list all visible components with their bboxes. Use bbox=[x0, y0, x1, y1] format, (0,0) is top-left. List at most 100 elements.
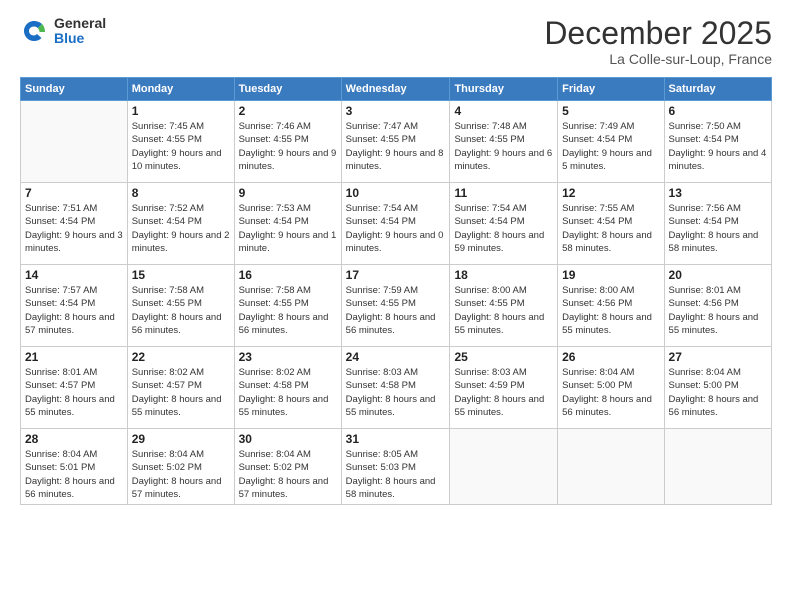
day-info: Sunrise: 7:46 AMSunset: 4:55 PMDaylight:… bbox=[239, 120, 337, 173]
calendar-week-row: 14 Sunrise: 7:57 AMSunset: 4:54 PMDaylig… bbox=[21, 265, 772, 347]
day-number: 22 bbox=[132, 350, 230, 364]
calendar-week-row: 28 Sunrise: 8:04 AMSunset: 5:01 PMDaylig… bbox=[21, 429, 772, 505]
title-area: December 2025 La Colle-sur-Loup, France bbox=[544, 16, 772, 67]
header-saturday: Saturday bbox=[664, 78, 771, 101]
day-number: 3 bbox=[346, 104, 446, 118]
calendar-cell: 20 Sunrise: 8:01 AMSunset: 4:56 PMDaylig… bbox=[664, 265, 771, 347]
day-number: 25 bbox=[454, 350, 553, 364]
calendar-cell: 30 Sunrise: 8:04 AMSunset: 5:02 PMDaylig… bbox=[234, 429, 341, 505]
logo-blue-text: Blue bbox=[54, 31, 106, 46]
calendar-cell: 27 Sunrise: 8:04 AMSunset: 5:00 PMDaylig… bbox=[664, 347, 771, 429]
day-number: 29 bbox=[132, 432, 230, 446]
day-number: 11 bbox=[454, 186, 553, 200]
calendar-cell: 23 Sunrise: 8:02 AMSunset: 4:58 PMDaylig… bbox=[234, 347, 341, 429]
header-monday: Monday bbox=[127, 78, 234, 101]
calendar-week-row: 7 Sunrise: 7:51 AMSunset: 4:54 PMDayligh… bbox=[21, 183, 772, 265]
day-number: 13 bbox=[669, 186, 767, 200]
day-info: Sunrise: 7:50 AMSunset: 4:54 PMDaylight:… bbox=[669, 120, 767, 173]
calendar-cell bbox=[664, 429, 771, 505]
day-number: 10 bbox=[346, 186, 446, 200]
day-number: 23 bbox=[239, 350, 337, 364]
day-number: 15 bbox=[132, 268, 230, 282]
day-info: Sunrise: 8:01 AMSunset: 4:57 PMDaylight:… bbox=[25, 366, 123, 419]
month-title: December 2025 bbox=[544, 16, 772, 51]
calendar-cell: 3 Sunrise: 7:47 AMSunset: 4:55 PMDayligh… bbox=[341, 101, 450, 183]
day-info: Sunrise: 7:58 AMSunset: 4:55 PMDaylight:… bbox=[239, 284, 337, 337]
day-number: 7 bbox=[25, 186, 123, 200]
day-number: 27 bbox=[669, 350, 767, 364]
calendar-cell: 9 Sunrise: 7:53 AMSunset: 4:54 PMDayligh… bbox=[234, 183, 341, 265]
logo: General Blue bbox=[20, 16, 106, 47]
day-number: 2 bbox=[239, 104, 337, 118]
day-info: Sunrise: 8:03 AMSunset: 4:58 PMDaylight:… bbox=[346, 366, 446, 419]
calendar-cell: 2 Sunrise: 7:46 AMSunset: 4:55 PMDayligh… bbox=[234, 101, 341, 183]
logo-text: General Blue bbox=[54, 16, 106, 47]
calendar-cell: 19 Sunrise: 8:00 AMSunset: 4:56 PMDaylig… bbox=[558, 265, 664, 347]
calendar-cell: 22 Sunrise: 8:02 AMSunset: 4:57 PMDaylig… bbox=[127, 347, 234, 429]
page-header: General Blue December 2025 La Colle-sur-… bbox=[20, 16, 772, 67]
day-info: Sunrise: 7:53 AMSunset: 4:54 PMDaylight:… bbox=[239, 202, 337, 255]
calendar-cell: 31 Sunrise: 8:05 AMSunset: 5:03 PMDaylig… bbox=[341, 429, 450, 505]
day-info: Sunrise: 8:04 AMSunset: 5:02 PMDaylight:… bbox=[239, 448, 337, 501]
calendar-cell: 15 Sunrise: 7:58 AMSunset: 4:55 PMDaylig… bbox=[127, 265, 234, 347]
calendar-cell: 14 Sunrise: 7:57 AMSunset: 4:54 PMDaylig… bbox=[21, 265, 128, 347]
calendar-cell: 12 Sunrise: 7:55 AMSunset: 4:54 PMDaylig… bbox=[558, 183, 664, 265]
day-number: 16 bbox=[239, 268, 337, 282]
day-info: Sunrise: 7:58 AMSunset: 4:55 PMDaylight:… bbox=[132, 284, 230, 337]
day-number: 14 bbox=[25, 268, 123, 282]
calendar-cell: 7 Sunrise: 7:51 AMSunset: 4:54 PMDayligh… bbox=[21, 183, 128, 265]
calendar-cell: 21 Sunrise: 8:01 AMSunset: 4:57 PMDaylig… bbox=[21, 347, 128, 429]
day-number: 28 bbox=[25, 432, 123, 446]
calendar-cell: 17 Sunrise: 7:59 AMSunset: 4:55 PMDaylig… bbox=[341, 265, 450, 347]
calendar-cell: 26 Sunrise: 8:04 AMSunset: 5:00 PMDaylig… bbox=[558, 347, 664, 429]
day-info: Sunrise: 8:00 AMSunset: 4:56 PMDaylight:… bbox=[562, 284, 659, 337]
day-info: Sunrise: 8:02 AMSunset: 4:57 PMDaylight:… bbox=[132, 366, 230, 419]
calendar-cell: 10 Sunrise: 7:54 AMSunset: 4:54 PMDaylig… bbox=[341, 183, 450, 265]
calendar-cell bbox=[450, 429, 558, 505]
calendar-cell: 11 Sunrise: 7:54 AMSunset: 4:54 PMDaylig… bbox=[450, 183, 558, 265]
header-sunday: Sunday bbox=[21, 78, 128, 101]
day-info: Sunrise: 8:04 AMSunset: 5:02 PMDaylight:… bbox=[132, 448, 230, 501]
day-number: 30 bbox=[239, 432, 337, 446]
day-number: 1 bbox=[132, 104, 230, 118]
calendar-cell bbox=[21, 101, 128, 183]
day-info: Sunrise: 7:55 AMSunset: 4:54 PMDaylight:… bbox=[562, 202, 659, 255]
calendar-week-row: 1 Sunrise: 7:45 AMSunset: 4:55 PMDayligh… bbox=[21, 101, 772, 183]
calendar-cell: 6 Sunrise: 7:50 AMSunset: 4:54 PMDayligh… bbox=[664, 101, 771, 183]
day-info: Sunrise: 8:03 AMSunset: 4:59 PMDaylight:… bbox=[454, 366, 553, 419]
day-number: 4 bbox=[454, 104, 553, 118]
calendar-cell: 18 Sunrise: 8:00 AMSunset: 4:55 PMDaylig… bbox=[450, 265, 558, 347]
day-info: Sunrise: 7:51 AMSunset: 4:54 PMDaylight:… bbox=[25, 202, 123, 255]
day-number: 12 bbox=[562, 186, 659, 200]
day-info: Sunrise: 8:04 AMSunset: 5:01 PMDaylight:… bbox=[25, 448, 123, 501]
day-number: 5 bbox=[562, 104, 659, 118]
day-info: Sunrise: 8:02 AMSunset: 4:58 PMDaylight:… bbox=[239, 366, 337, 419]
header-tuesday: Tuesday bbox=[234, 78, 341, 101]
day-info: Sunrise: 7:56 AMSunset: 4:54 PMDaylight:… bbox=[669, 202, 767, 255]
header-friday: Friday bbox=[558, 78, 664, 101]
calendar-cell: 25 Sunrise: 8:03 AMSunset: 4:59 PMDaylig… bbox=[450, 347, 558, 429]
calendar-cell: 5 Sunrise: 7:49 AMSunset: 4:54 PMDayligh… bbox=[558, 101, 664, 183]
day-info: Sunrise: 8:00 AMSunset: 4:55 PMDaylight:… bbox=[454, 284, 553, 337]
day-info: Sunrise: 7:45 AMSunset: 4:55 PMDaylight:… bbox=[132, 120, 230, 173]
logo-icon bbox=[20, 17, 48, 45]
day-number: 31 bbox=[346, 432, 446, 446]
calendar-page: General Blue December 2025 La Colle-sur-… bbox=[0, 0, 792, 612]
day-number: 8 bbox=[132, 186, 230, 200]
calendar-cell: 1 Sunrise: 7:45 AMSunset: 4:55 PMDayligh… bbox=[127, 101, 234, 183]
calendar-cell: 13 Sunrise: 7:56 AMSunset: 4:54 PMDaylig… bbox=[664, 183, 771, 265]
weekday-header-row: Sunday Monday Tuesday Wednesday Thursday… bbox=[21, 78, 772, 101]
day-number: 9 bbox=[239, 186, 337, 200]
calendar-cell: 29 Sunrise: 8:04 AMSunset: 5:02 PMDaylig… bbox=[127, 429, 234, 505]
day-number: 24 bbox=[346, 350, 446, 364]
day-info: Sunrise: 7:47 AMSunset: 4:55 PMDaylight:… bbox=[346, 120, 446, 173]
day-info: Sunrise: 8:04 AMSunset: 5:00 PMDaylight:… bbox=[562, 366, 659, 419]
calendar-cell: 28 Sunrise: 8:04 AMSunset: 5:01 PMDaylig… bbox=[21, 429, 128, 505]
day-info: Sunrise: 7:48 AMSunset: 4:55 PMDaylight:… bbox=[454, 120, 553, 173]
day-number: 17 bbox=[346, 268, 446, 282]
day-info: Sunrise: 7:49 AMSunset: 4:54 PMDaylight:… bbox=[562, 120, 659, 173]
header-thursday: Thursday bbox=[450, 78, 558, 101]
day-number: 26 bbox=[562, 350, 659, 364]
day-info: Sunrise: 7:54 AMSunset: 4:54 PMDaylight:… bbox=[346, 202, 446, 255]
day-number: 21 bbox=[25, 350, 123, 364]
